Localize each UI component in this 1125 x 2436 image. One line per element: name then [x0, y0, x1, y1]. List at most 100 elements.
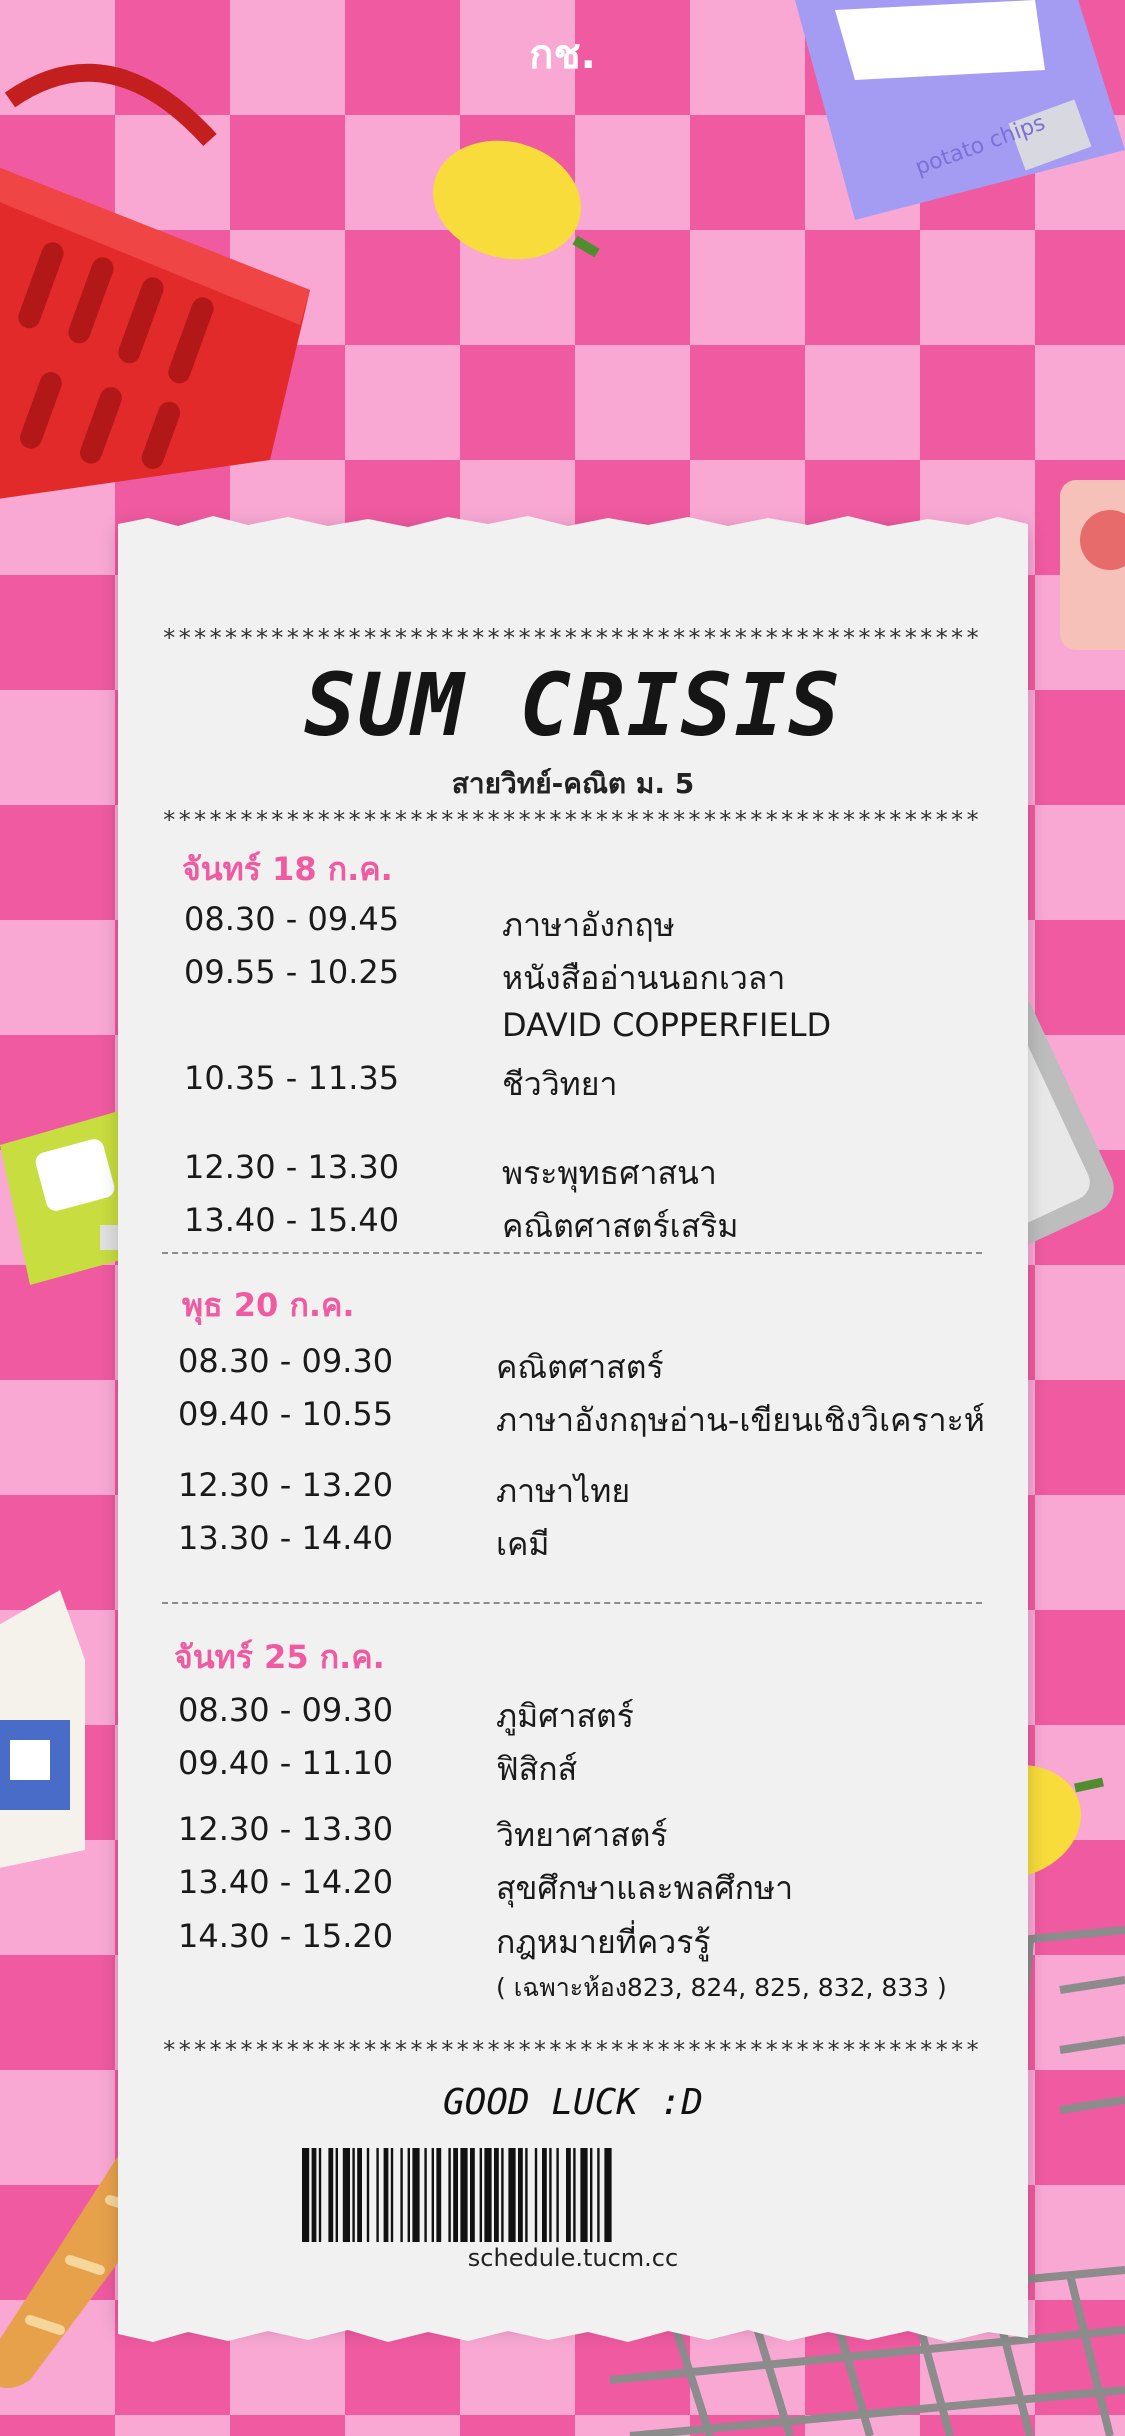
room-note: ( เฉพาะห้อง823, 824, 825, 832, 833 ) — [496, 1973, 947, 2002]
row-subject: วิทยาศาสตร์ — [496, 1816, 668, 1854]
barcode-bar — [436, 2148, 442, 2242]
barcode-bar — [534, 2148, 538, 2242]
barcode-bar — [376, 2148, 379, 2242]
barcode-bar — [556, 2148, 559, 2242]
row-subject: พระพุทธศาสนา — [502, 1154, 717, 1192]
schedule-row: 13.40 - 15.40 คณิตศาสตร์เสริม — [184, 1201, 1024, 1245]
schedule-row: 08.30 - 09.30 ภูมิศาสตร์ — [178, 1691, 1018, 1735]
good-luck-message: GOOD LUCK :D — [442, 2082, 704, 2123]
barcode-bar — [566, 2148, 571, 2242]
barcode-bar — [484, 2148, 492, 2242]
schedule-row: 14.30 - 15.20 กฎหมายที่ควรรู้ — [178, 1917, 1018, 1961]
barcode-bar — [318, 2148, 322, 2242]
torn-edge-top — [118, 516, 1028, 538]
row-time: 13.40 - 15.40 — [184, 1201, 400, 1239]
row-subject: เคมี — [496, 1525, 550, 1563]
schedule-row: 10.35 - 11.35 ชีววิทยา — [184, 1059, 1024, 1103]
barcode-bar — [412, 2148, 420, 2242]
schedule-row: 12.30 - 13.20 ภาษาไทย — [178, 1466, 1018, 1510]
row-time: 08.30 - 09.30 — [178, 1691, 394, 1729]
schedule-row: 09.40 - 11.10 ฟิสิกส์ — [178, 1744, 1018, 1788]
lemon-icon — [433, 140, 600, 260]
row-time: 09.40 - 10.55 — [178, 1395, 394, 1433]
potato-chips-bag-icon: potato chips — [795, 0, 1125, 220]
barcode-bar — [311, 2148, 317, 2242]
barcode-bar — [424, 2148, 427, 2242]
barcode-bar — [328, 2148, 334, 2242]
barcode-bar — [542, 2148, 547, 2242]
row-subject: คณิตศาสตร์ — [496, 1348, 664, 1386]
row-subject: สุขศึกษาและพลศึกษา — [496, 1869, 794, 1907]
barcode-bar — [335, 2148, 338, 2242]
receipt-title: SUM CRISIS — [304, 656, 842, 756]
barcode-bar — [590, 2148, 593, 2242]
barcode-bar — [573, 2148, 576, 2242]
barcode-bar — [383, 2148, 389, 2242]
receipt-divider-stars: ****************************************… — [162, 2036, 982, 2064]
row-subject: ชีววิทยา — [502, 1065, 618, 1103]
drink-carton-icon — [1060, 480, 1125, 650]
schedule-row: 09.55 - 10.25 หนังสืออ่านนอกเวลา — [184, 953, 1024, 997]
barcode-bar — [597, 2148, 600, 2242]
schedule-row: 09.40 - 10.55 ภาษาอังกฤษอ่าน-เขียนเชิงวิ… — [178, 1395, 1018, 1439]
receipt-divider-stars: ****************************************… — [162, 624, 982, 652]
row-time: 12.30 - 13.30 — [178, 1810, 394, 1848]
schedule-row: 13.30 - 14.40 เคมี — [178, 1519, 1018, 1563]
barcode-bar — [518, 2148, 523, 2242]
milk-carton-icon — [0, 1590, 85, 1868]
day-heading: จันทร์ 25 ก.ค. — [174, 1638, 385, 1676]
barcode-bar — [549, 2148, 552, 2242]
barcode-bar — [390, 2148, 394, 2242]
row-time: 09.40 - 11.10 — [178, 1744, 394, 1782]
row-subject: หนังสืออ่านนอกเวลา — [502, 959, 786, 997]
section-divider — [162, 1252, 982, 1254]
schedule-row: 13.40 - 14.20 สุขศึกษาและพลศึกษา — [178, 1863, 1018, 1907]
barcode-bar — [501, 2148, 504, 2242]
schedule-url: schedule.tucm.cc — [467, 2244, 679, 2272]
row-time: 12.30 - 13.20 — [178, 1466, 394, 1504]
row-subject: กฎหมายที่ควรรู้ — [496, 1923, 711, 1961]
row-subject: ภาษาไทย — [496, 1472, 631, 1510]
barcode-bar — [525, 2148, 528, 2242]
barcode-bar — [357, 2148, 362, 2242]
schedule-row: 08.30 - 09.45 ภาษาอังกฤษ — [184, 900, 1024, 944]
schedule-row: DAVID COPPERFIELD — [184, 1006, 1024, 1050]
schedule-row: 12.30 - 13.30 วิทยาศาสตร์ — [178, 1810, 1018, 1854]
row-subject: ภาษาอังกฤษอ่าน-เขียนเชิงวิเคราะห์ — [496, 1401, 985, 1439]
barcode-bar — [453, 2148, 458, 2242]
row-time: 12.30 - 13.30 — [184, 1148, 400, 1186]
barcode-bar — [448, 2148, 451, 2242]
row-subject: ฟิสิกส์ — [496, 1750, 578, 1788]
barcode-bar — [470, 2148, 475, 2242]
day-heading: จันทร์ 18 ก.ค. — [182, 850, 393, 888]
barcode-bar — [479, 2148, 482, 2242]
barcode-bar — [580, 2148, 588, 2242]
shopping-basket-icon — [0, 63, 310, 499]
section-divider — [162, 1602, 982, 1604]
barcode-icon — [302, 2148, 612, 2242]
barcode-bar — [508, 2148, 516, 2242]
barcode-bar — [460, 2148, 468, 2242]
row-subject: ภาษาอังกฤษ — [502, 906, 675, 944]
schedule-row: 08.30 - 09.30 คณิตศาสตร์ — [178, 1342, 1018, 1386]
row-subject: ภูมิศาสตร์ — [496, 1697, 634, 1735]
row-subject: คณิตศาสตร์เสริม — [502, 1207, 739, 1245]
row-time: 13.40 - 14.20 — [178, 1863, 394, 1901]
row-time: 13.30 - 14.40 — [178, 1519, 394, 1557]
row-subject: DAVID COPPERFIELD — [502, 1006, 832, 1044]
barcode-bar — [352, 2148, 355, 2242]
schedule-row: 12.30 - 13.30 พระพุทธศาสนา — [184, 1148, 1024, 1192]
row-time: 14.30 - 15.20 — [178, 1917, 394, 1955]
receipt-divider-stars: ****************************************… — [162, 806, 982, 834]
row-time: 10.35 - 11.35 — [184, 1059, 400, 1097]
barcode-bar — [407, 2148, 410, 2242]
row-time: 09.55 - 10.25 — [184, 953, 400, 991]
barcode-bar — [342, 2148, 350, 2242]
row-time: 08.30 - 09.45 — [184, 900, 400, 938]
torn-edge-bottom — [118, 2320, 1028, 2342]
day-heading: พุธ 20 ก.ค. — [182, 1286, 355, 1324]
barcode-bar — [302, 2148, 310, 2242]
row-time: 08.30 - 09.30 — [178, 1342, 394, 1380]
barcode-bar — [604, 2148, 612, 2242]
barcode-bar — [366, 2148, 370, 2242]
